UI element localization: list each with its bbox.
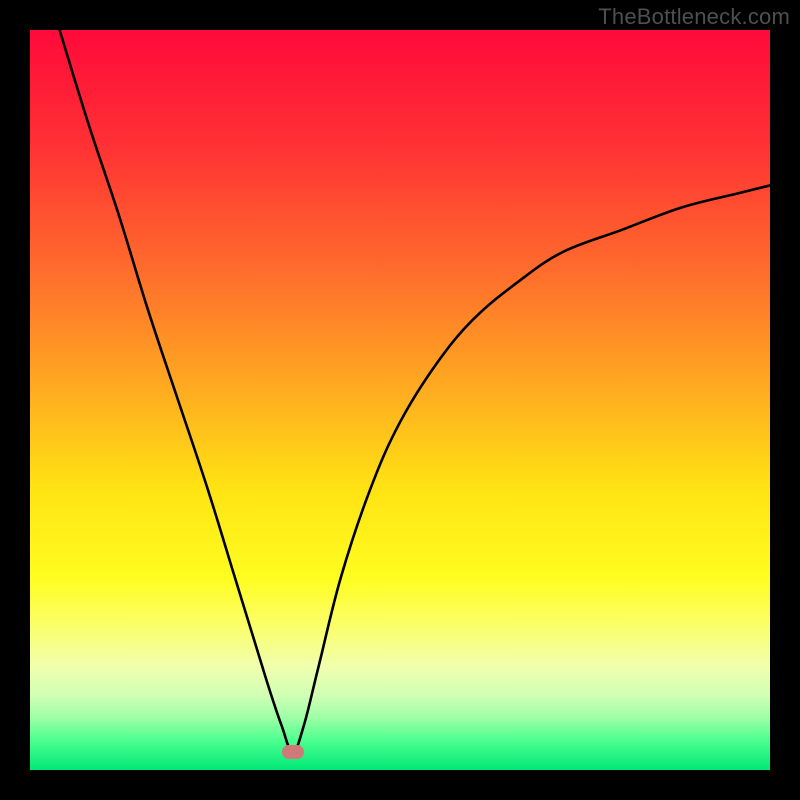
bottleneck-curve (30, 30, 770, 770)
optimum-marker (282, 745, 304, 759)
watermark-text: TheBottleneck.com (598, 4, 790, 30)
chart-frame: TheBottleneck.com (0, 0, 800, 800)
plot-area (30, 30, 770, 770)
